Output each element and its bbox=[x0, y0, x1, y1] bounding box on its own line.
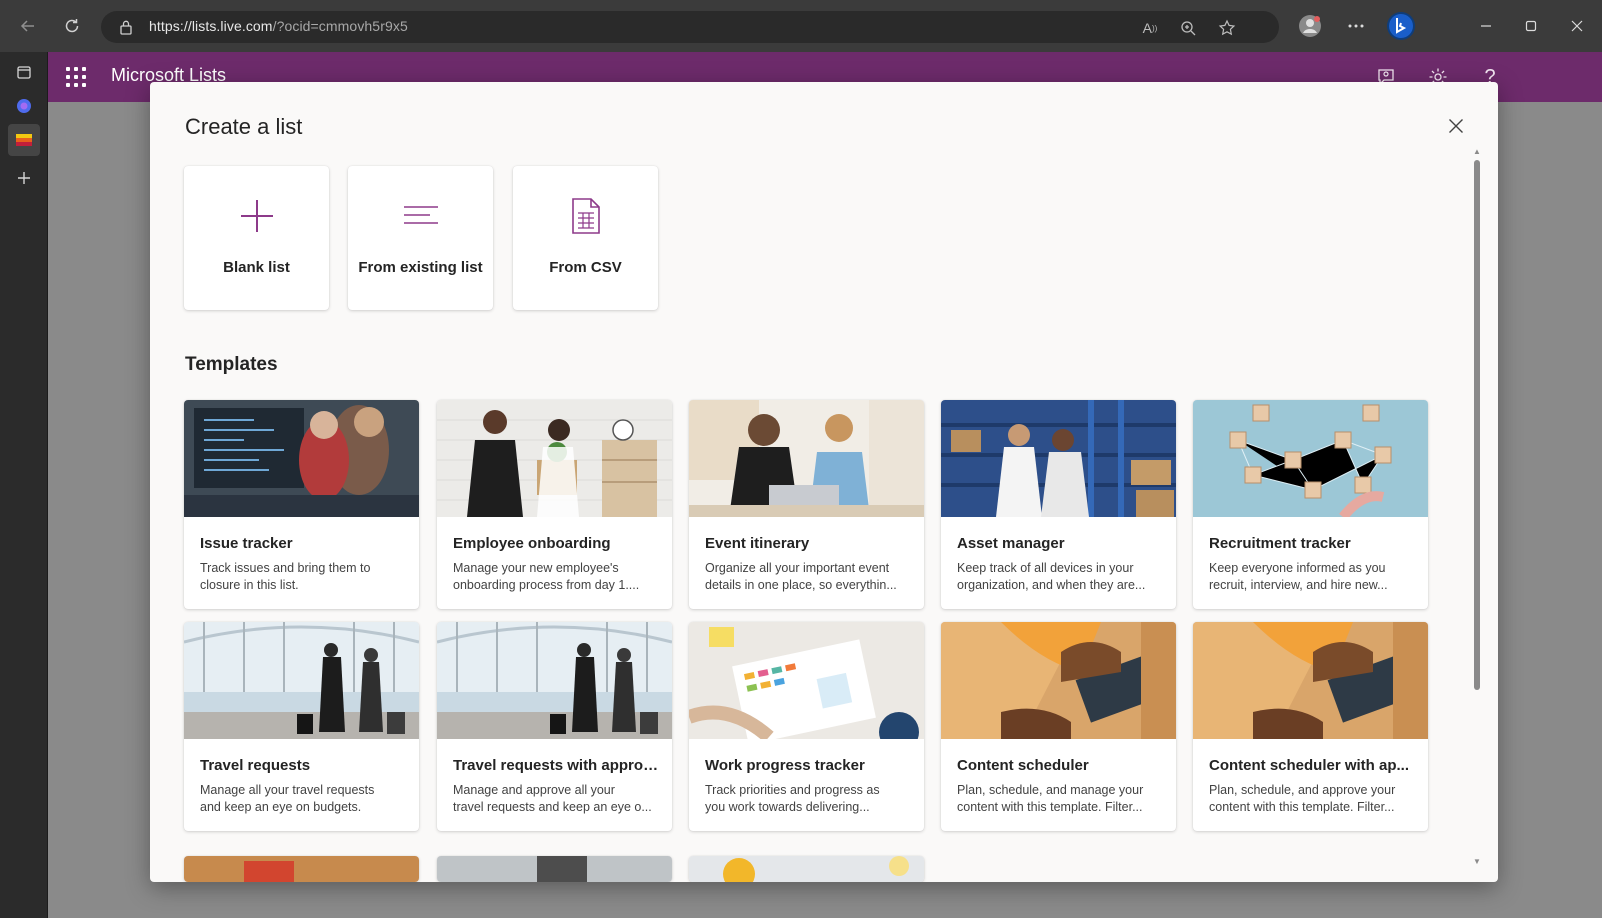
from-csv-button[interactable]: From CSV bbox=[513, 166, 658, 310]
refresh-icon[interactable] bbox=[57, 11, 87, 41]
address-bar[interactable]: https://lists.live.com/?ocid=cmmovh5r9x5… bbox=[101, 11, 1279, 43]
template-name: Content scheduler with ap... bbox=[1209, 757, 1410, 774]
scroll-up-icon[interactable]: ▲ bbox=[1472, 146, 1482, 156]
scroll-thumb[interactable] bbox=[1474, 160, 1480, 690]
template-description: Manage and approve all your travel reques… bbox=[453, 783, 652, 814]
app-launcher-icon[interactable] bbox=[64, 65, 88, 89]
template-image bbox=[1193, 622, 1428, 739]
bing-copilot-icon[interactable] bbox=[1385, 10, 1417, 42]
copilot-tab-icon[interactable] bbox=[8, 90, 40, 122]
from-csv-label: From CSV bbox=[549, 259, 622, 276]
template-image bbox=[1193, 400, 1428, 517]
template-card-work-progress-tracker[interactable]: Work progress tracker Track priorities a… bbox=[689, 622, 924, 831]
lock-icon bbox=[119, 19, 133, 40]
template-description: Organize all your important event details… bbox=[705, 561, 897, 592]
template-card-travel-requests-with-approvals[interactable]: Travel requests with approv... Manage an… bbox=[437, 622, 672, 831]
template-description: Track priorities and progress as you work… bbox=[705, 783, 880, 814]
template-card-asset-manager[interactable]: Asset manager Keep track of all devices … bbox=[941, 400, 1176, 609]
template-name: Travel requests with approv... bbox=[453, 757, 661, 774]
template-card-issue-tracker[interactable]: Issue tracker Track issues and bring the… bbox=[184, 400, 419, 609]
template-image bbox=[689, 622, 924, 739]
template-card-event-itinerary[interactable]: Event itinerary Organize all your import… bbox=[689, 400, 924, 609]
from-existing-list-label: From existing list bbox=[358, 259, 483, 276]
close-window-icon[interactable] bbox=[1562, 12, 1592, 40]
template-name: Asset manager bbox=[957, 535, 1065, 552]
maximize-window-icon[interactable] bbox=[1516, 12, 1546, 40]
template-card-content-scheduler[interactable]: Content scheduler Plan, schedule, and ma… bbox=[941, 622, 1176, 831]
template-description: Manage all your travel requests and keep … bbox=[200, 783, 375, 814]
template-name: Recruitment tracker bbox=[1209, 535, 1351, 552]
template-image bbox=[689, 856, 924, 882]
blank-list-label: Blank list bbox=[223, 259, 290, 276]
template-description: Plan, schedule, and approve your content … bbox=[1209, 783, 1396, 814]
from-existing-list-button[interactable]: From existing list bbox=[348, 166, 493, 310]
template-card-partial[interactable] bbox=[437, 856, 672, 882]
template-card-travel-requests[interactable]: Travel requests Manage all your travel r… bbox=[184, 622, 419, 831]
browser-toolbar: https://lists.live.com/?ocid=cmmovh5r9x5… bbox=[0, 0, 1602, 52]
new-tab-icon[interactable] bbox=[8, 162, 40, 194]
template-image bbox=[437, 856, 672, 882]
template-image bbox=[184, 622, 419, 739]
template-card-content-scheduler-with-approvals[interactable]: Content scheduler with ap... Plan, sched… bbox=[1193, 622, 1428, 831]
template-name: Work progress tracker bbox=[705, 757, 865, 774]
template-image bbox=[184, 400, 419, 517]
more-options-icon[interactable] bbox=[1341, 11, 1371, 41]
template-name: Content scheduler bbox=[957, 757, 1089, 774]
scroll-down-icon[interactable]: ▼ bbox=[1472, 856, 1482, 866]
template-description: Track issues and bring them to closure in… bbox=[200, 561, 371, 592]
favorite-star-icon[interactable] bbox=[1216, 17, 1238, 39]
template-description: Keep track of all devices in your organiz… bbox=[957, 561, 1146, 592]
template-description: Plan, schedule, and manage your content w… bbox=[957, 783, 1144, 814]
template-card-partial[interactable] bbox=[689, 856, 924, 882]
lists-tab-icon[interactable] bbox=[8, 124, 40, 156]
read-aloud-icon[interactable]: A)) bbox=[1139, 17, 1161, 39]
profile-icon[interactable] bbox=[1295, 11, 1325, 41]
close-icon[interactable] bbox=[1440, 110, 1472, 142]
dialog-scrollbar[interactable]: ▲ ▼ bbox=[1472, 146, 1482, 874]
template-image bbox=[941, 622, 1176, 739]
browser-vertical-tabs bbox=[0, 52, 48, 918]
dialog-title: Create a list bbox=[185, 114, 303, 139]
template-name: Employee onboarding bbox=[453, 535, 611, 552]
blank-list-button[interactable]: Blank list bbox=[184, 166, 329, 310]
template-card-partial[interactable] bbox=[184, 856, 419, 882]
template-name: Travel requests bbox=[200, 757, 311, 774]
template-card-employee-onboarding[interactable]: Employee onboarding Manage your new empl… bbox=[437, 400, 672, 609]
url-text: https://lists.live.com/?ocid=cmmovh5r9x5 bbox=[149, 18, 408, 34]
zoom-icon[interactable] bbox=[1177, 17, 1199, 39]
template-card-recruitment-tracker[interactable]: Recruitment tracker Keep everyone inform… bbox=[1193, 400, 1428, 609]
template-name: Issue tracker bbox=[200, 535, 293, 552]
minimize-window-icon[interactable] bbox=[1471, 12, 1501, 40]
templates-heading: Templates bbox=[185, 354, 278, 375]
template-name: Event itinerary bbox=[705, 535, 810, 552]
back-icon[interactable] bbox=[13, 11, 43, 41]
template-description: Manage your new employee's onboarding pro… bbox=[453, 561, 640, 592]
csv-file-icon bbox=[513, 196, 658, 236]
template-image bbox=[184, 856, 419, 882]
template-image bbox=[437, 400, 672, 517]
template-image bbox=[689, 400, 924, 517]
template-description: Keep everyone informed as you recruit, in… bbox=[1209, 561, 1388, 592]
plus-icon bbox=[184, 196, 329, 236]
template-image bbox=[941, 400, 1176, 517]
template-image bbox=[437, 622, 672, 739]
tab-actions-icon[interactable] bbox=[8, 56, 40, 88]
create-list-dialog: Create a list Blank list From existing l… bbox=[150, 82, 1498, 882]
list-lines-icon bbox=[348, 196, 493, 236]
